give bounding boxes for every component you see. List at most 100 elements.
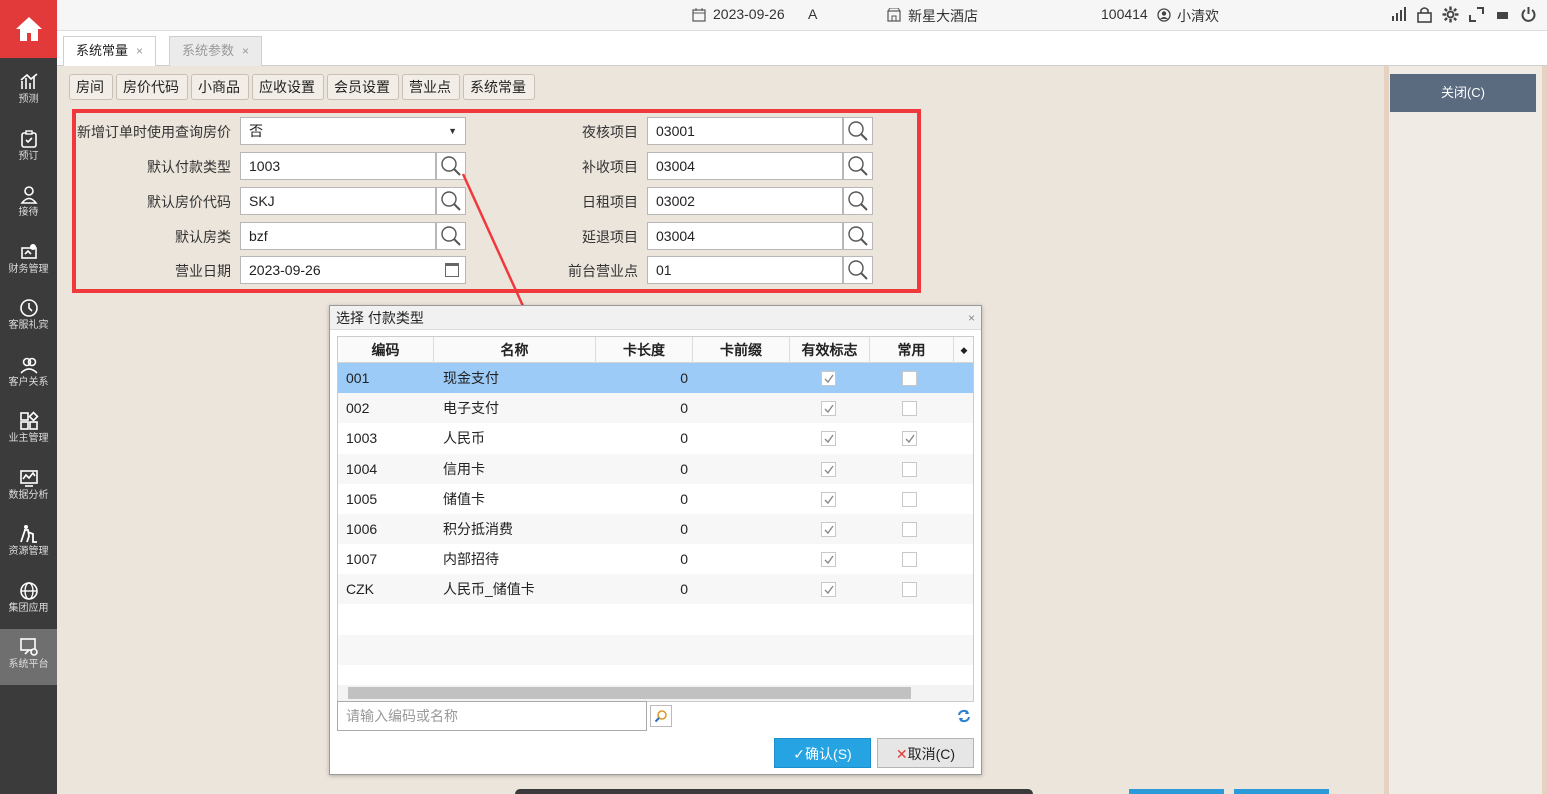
column-menu-icon[interactable]: ◆ bbox=[954, 337, 973, 363]
valid-checkbox[interactable] bbox=[821, 552, 836, 568]
cell-code: 1004 bbox=[346, 460, 378, 477]
reception-icon bbox=[19, 186, 38, 204]
valid-checkbox[interactable] bbox=[821, 582, 836, 598]
table-row[interactable]: CZK 人民币_储值卡 0 bbox=[338, 574, 973, 605]
breadcrumb-item[interactable]: 会员设置 bbox=[327, 74, 399, 100]
sidebar-item-8[interactable]: 数据分析 bbox=[0, 460, 57, 516]
sidebar-item-2[interactable]: 预订 bbox=[0, 121, 57, 177]
cell-name: 储值卡 bbox=[443, 490, 485, 507]
table-row[interactable]: 1003 人民币 0 bbox=[338, 423, 973, 453]
minimize-icon[interactable] bbox=[1494, 6, 1511, 23]
table-row[interactable]: 1007 内部招待 0 bbox=[338, 544, 973, 574]
valid-checkbox[interactable] bbox=[821, 371, 836, 386]
valid-checkbox[interactable] bbox=[821, 401, 836, 417]
tab-system-params[interactable]: 系统参数 × bbox=[169, 36, 263, 66]
scrollbar-thumb[interactable] bbox=[348, 687, 911, 699]
sidebar-item-3[interactable]: 接待 bbox=[0, 177, 57, 233]
cell-code: 002 bbox=[346, 400, 370, 417]
home-icon bbox=[15, 17, 42, 41]
cell-card-length: 0 bbox=[680, 581, 688, 598]
group-icon bbox=[19, 581, 38, 600]
column-header[interactable]: 卡长度 bbox=[596, 337, 693, 363]
power-icon[interactable] bbox=[1520, 6, 1537, 23]
cell-code: CZK bbox=[346, 581, 374, 598]
close-button[interactable]: 关闭(C) bbox=[1390, 74, 1536, 112]
close-icon[interactable]: × bbox=[242, 44, 249, 58]
confirm-button[interactable]: ✓确认(S) bbox=[774, 738, 871, 768]
sidebar-item-label: 业主管理 bbox=[8, 433, 49, 444]
sidebar-item-6[interactable]: 客户关系 bbox=[0, 347, 57, 403]
horizontal-scrollbar[interactable] bbox=[338, 685, 973, 701]
sidebar-item-11[interactable]: 系统平台 bbox=[0, 629, 57, 685]
valid-checkbox[interactable] bbox=[821, 431, 836, 447]
breadcrumb-item[interactable]: 系统常量 bbox=[463, 74, 535, 100]
cell-card-length: 0 bbox=[680, 460, 688, 477]
bottom-taskbar bbox=[515, 789, 1033, 794]
lock-icon[interactable] bbox=[1416, 6, 1433, 23]
breadcrumb: 房间 房价代码 小商品 应收设置 会员设置 营业点 系统常量 bbox=[69, 74, 538, 100]
column-header[interactable]: 卡前缀 bbox=[693, 337, 790, 363]
table-row[interactable]: 001 现金支付 0 bbox=[338, 363, 973, 393]
user-name: 小清欢 bbox=[1177, 8, 1219, 24]
column-header[interactable]: 有效标志 bbox=[790, 337, 870, 363]
sidebar-item-label: 系统平台 bbox=[8, 659, 49, 670]
fullscreen-icon[interactable] bbox=[1468, 6, 1485, 23]
search-button[interactable] bbox=[650, 705, 672, 727]
valid-checkbox[interactable] bbox=[821, 461, 836, 477]
common-checkbox[interactable] bbox=[902, 552, 917, 568]
settings-icon[interactable] bbox=[1442, 6, 1459, 23]
sidebar-item-7[interactable]: 业主管理 bbox=[0, 403, 57, 459]
close-icon[interactable]: × bbox=[136, 44, 143, 58]
refresh-icon[interactable] bbox=[956, 708, 972, 724]
table-row[interactable]: 1006 积分抵消费 0 bbox=[338, 514, 973, 544]
common-checkbox[interactable] bbox=[902, 431, 917, 447]
grid-header: 编码 名称 卡长度 卡前缀 有效标志 常用 ◆ bbox=[338, 337, 973, 363]
search-input[interactable]: 请输入编码或名称 bbox=[337, 701, 647, 731]
column-header[interactable]: 名称 bbox=[434, 337, 596, 363]
close-icon[interactable]: × bbox=[968, 306, 975, 330]
sidebar-item-label: 集团应用 bbox=[8, 602, 49, 614]
signal-icon bbox=[1390, 6, 1407, 23]
sidebar-item-10[interactable]: 集团应用 bbox=[0, 573, 57, 629]
valid-checkbox[interactable] bbox=[821, 522, 836, 537]
sidebar-item-4[interactable]: 财务管理 bbox=[0, 234, 57, 290]
sidebar-item-9[interactable]: 资源管理 bbox=[0, 516, 57, 572]
common-checkbox[interactable] bbox=[902, 582, 917, 598]
sidebar-item-5[interactable]: 客服礼宾 bbox=[0, 290, 57, 346]
sidebar-item-1[interactable]: 预测 bbox=[0, 64, 57, 120]
sidebar-item-label: 预测 bbox=[18, 94, 39, 105]
system-icon bbox=[19, 638, 38, 656]
user-icon bbox=[1157, 8, 1171, 22]
cell-name: 积分抵消费 bbox=[443, 521, 513, 537]
common-checkbox[interactable] bbox=[902, 522, 917, 537]
table-row[interactable]: 1005 储值卡 0 bbox=[338, 484, 973, 514]
cell-name: 人民币 bbox=[443, 430, 485, 447]
table-row[interactable]: 1004 信用卡 0 bbox=[338, 453, 973, 484]
bottom-button[interactable] bbox=[1234, 789, 1329, 794]
common-checkbox[interactable] bbox=[902, 491, 917, 507]
column-header[interactable]: 编码 bbox=[338, 337, 434, 363]
cell-code: 1006 bbox=[346, 521, 378, 537]
breadcrumb-item[interactable]: 营业点 bbox=[402, 74, 460, 100]
cell-code: 1005 bbox=[346, 490, 378, 507]
breadcrumb-item[interactable]: 应收设置 bbox=[252, 74, 324, 100]
common-checkbox[interactable] bbox=[902, 461, 917, 477]
breadcrumb-item[interactable]: 房价代码 bbox=[116, 74, 188, 100]
valid-checkbox[interactable] bbox=[821, 491, 836, 507]
breadcrumb-item[interactable]: 小商品 bbox=[191, 74, 249, 100]
owner-icon bbox=[19, 411, 39, 430]
common-checkbox[interactable] bbox=[902, 371, 917, 386]
common-checkbox[interactable] bbox=[902, 401, 917, 417]
bottom-button[interactable] bbox=[1129, 789, 1224, 794]
cell-name: 现金支付 bbox=[443, 370, 499, 386]
cancel-label: 取消(C) bbox=[907, 746, 956, 762]
calendar-icon bbox=[692, 8, 706, 22]
tab-system-constants[interactable]: 系统常量 × bbox=[63, 36, 157, 66]
table-row bbox=[338, 605, 973, 635]
column-header[interactable]: 常用 bbox=[870, 337, 954, 363]
home-button[interactable] bbox=[0, 0, 57, 58]
dialog-title-text: 选择 付款类型 bbox=[336, 310, 424, 326]
breadcrumb-item[interactable]: 房间 bbox=[69, 74, 113, 100]
cancel-button[interactable]: ✕取消(C) bbox=[877, 738, 974, 768]
table-row[interactable]: 002 电子支付 0 bbox=[338, 393, 973, 424]
